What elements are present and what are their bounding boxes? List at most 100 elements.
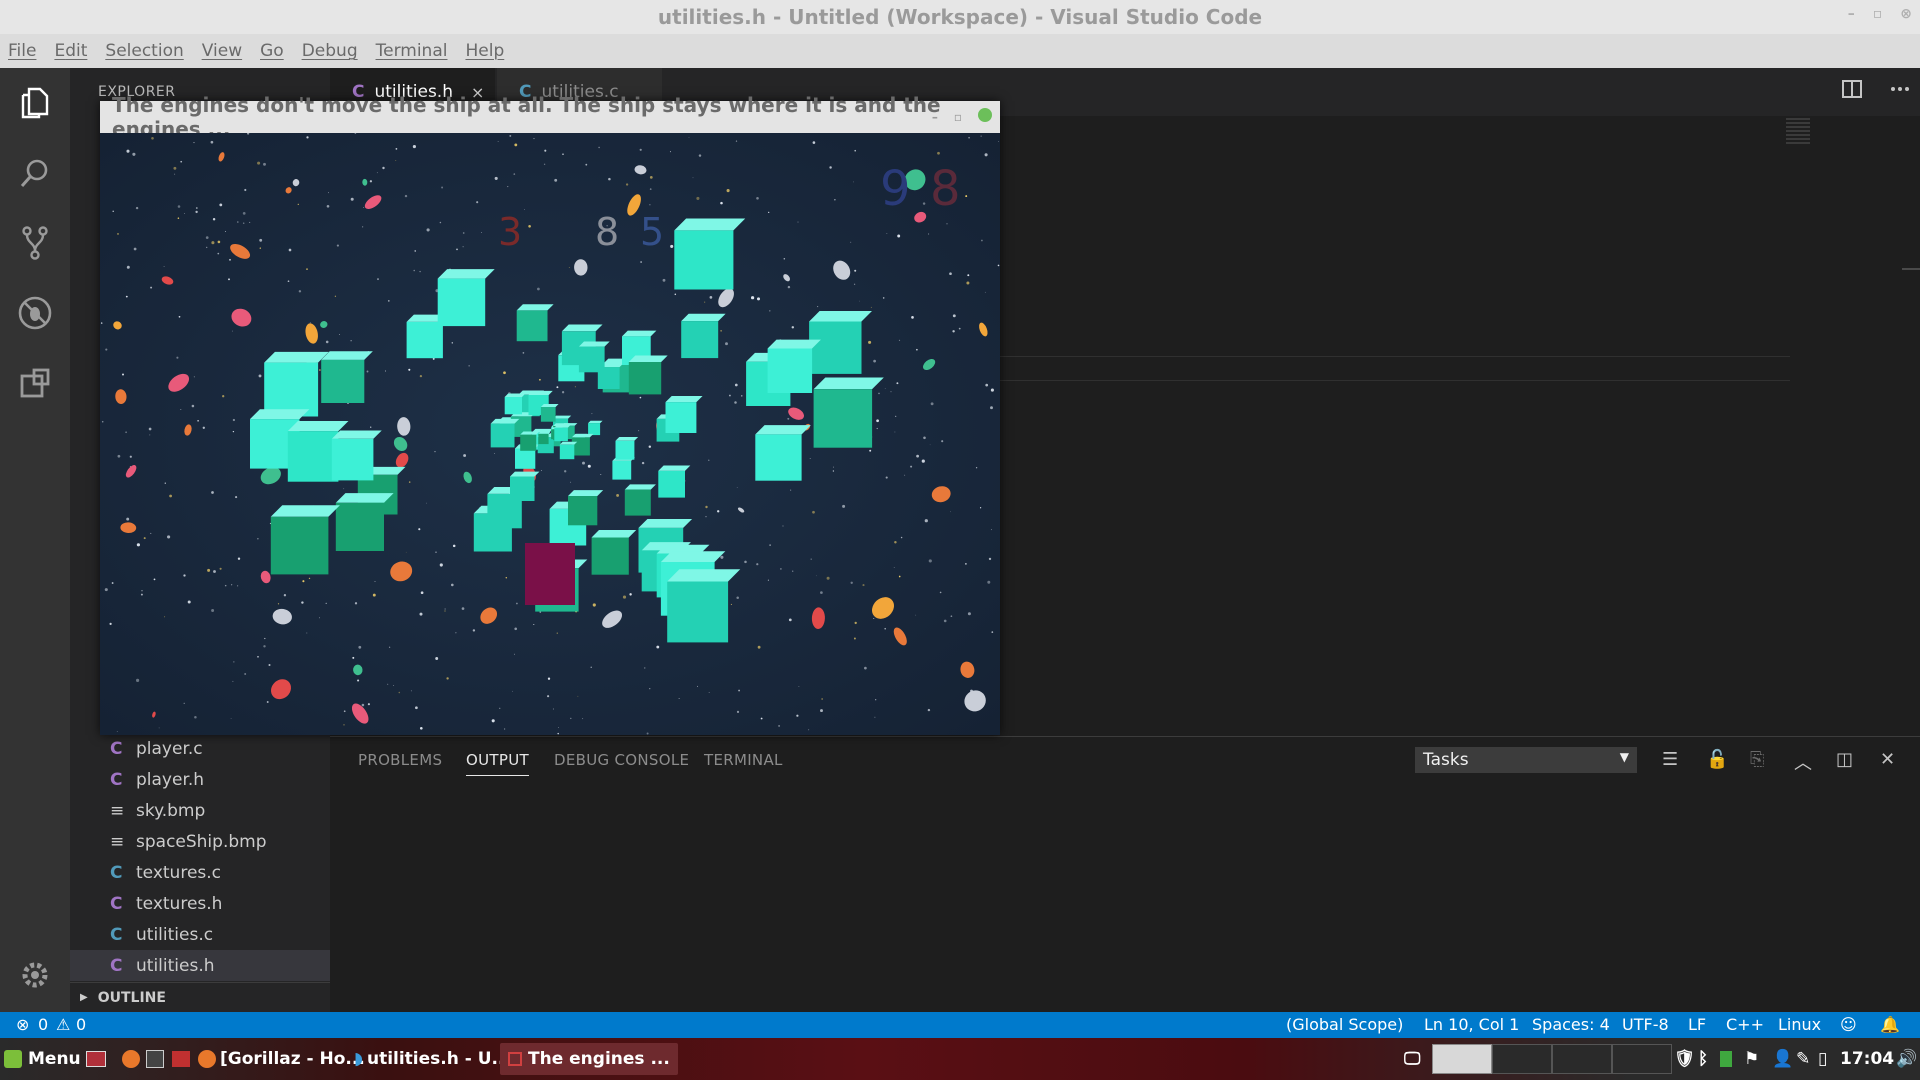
user-icon[interactable]: 👤 <box>1772 1043 1793 1075</box>
extensions-icon[interactable] <box>14 362 56 404</box>
game-close-button[interactable] <box>978 108 992 125</box>
star <box>219 203 223 207</box>
battery-icon[interactable]: ▯ <box>1818 1043 1827 1075</box>
status-os[interactable]: Linux <box>1778 1015 1821 1034</box>
debug-icon[interactable] <box>14 292 56 334</box>
flag-icon[interactable]: ⚑ <box>1744 1043 1759 1075</box>
warning-icon[interactable]: ⚠ <box>56 1015 70 1034</box>
minimap[interactable] <box>1786 118 1810 146</box>
star <box>361 703 365 707</box>
bell-icon[interactable]: 🔔 <box>1880 1015 1900 1034</box>
show-desktop-icon[interactable] <box>86 1043 106 1075</box>
status-encoding[interactable]: UTF-8 <box>1622 1015 1669 1034</box>
pen-icon[interactable]: ✎ <box>1796 1043 1810 1075</box>
start-menu-button[interactable]: Menu <box>4 1043 81 1075</box>
star <box>174 173 176 175</box>
menu-terminal[interactable]: Terminal <box>376 41 448 61</box>
maximize-panel-icon[interactable]: ︿ <box>1794 749 1812 775</box>
bluetooth-icon[interactable]: ᛒ <box>1698 1043 1708 1075</box>
menu-view[interactable]: View <box>202 41 242 61</box>
status-language[interactable]: C++ <box>1726 1015 1764 1034</box>
star <box>622 595 627 599</box>
close-panel-icon[interactable]: ✕ <box>1880 749 1895 770</box>
explorer-icon[interactable] <box>14 82 56 124</box>
search-icon[interactable] <box>14 152 56 194</box>
star <box>224 584 227 587</box>
warning-count[interactable]: 0 <box>76 1015 86 1034</box>
clear-output-icon[interactable]: ☰ <box>1662 749 1678 770</box>
menu-go[interactable]: Go <box>260 41 284 61</box>
star <box>990 529 992 531</box>
restore-button[interactable]: ▫ <box>1873 6 1883 22</box>
game-window-titlebar[interactable]: The engines don't move the ship at all. … <box>100 93 1000 141</box>
workspace-switcher[interactable] <box>1432 1043 1672 1075</box>
star <box>450 583 454 587</box>
scrollbar-marker[interactable] <box>1902 268 1920 270</box>
terminal-launcher-icon[interactable] <box>146 1043 164 1075</box>
star <box>413 269 415 272</box>
close-button[interactable]: ⊗ <box>1900 6 1912 22</box>
status-eol[interactable]: LF <box>1688 1015 1706 1034</box>
volume-icon[interactable]: 🔊 <box>1896 1043 1917 1075</box>
error-icon[interactable]: ⊗ <box>16 1015 29 1034</box>
taskbar-item-firefox[interactable]: [Gorillaz - Ho... <box>198 1043 365 1075</box>
feedback-smiley-icon[interactable]: ☺ <box>1840 1015 1857 1034</box>
star <box>217 252 220 255</box>
game-restore-button[interactable]: ▫ <box>954 110 962 124</box>
open-log-icon[interactable]: ⎘ <box>1750 749 1764 770</box>
menu-help[interactable]: Help <box>465 41 504 61</box>
file-item[interactable]: C player.c <box>70 733 330 764</box>
output-channel-select[interactable]: Tasks ▼ <box>1415 747 1637 773</box>
star <box>922 202 926 205</box>
lock-scroll-icon[interactable]: 🔓 <box>1706 749 1728 770</box>
files-launcher-icon[interactable] <box>172 1043 190 1075</box>
split-editor-icon[interactable] <box>1842 80 1862 102</box>
tab-problems[interactable]: PROBLEMS <box>358 751 442 769</box>
shield-icon[interactable]: 🛡 <box>1674 1043 1696 1075</box>
file-item[interactable]: ≡ spaceShip.bmp <box>70 826 330 857</box>
file-item[interactable]: ≡ sky.bmp <box>70 795 330 826</box>
star <box>943 619 947 623</box>
star <box>741 395 743 397</box>
minimize-button[interactable]: – <box>1848 6 1855 22</box>
status-position[interactable]: Ln 10, Col 1 <box>1424 1015 1519 1034</box>
menu-debug[interactable]: Debug <box>302 41 358 61</box>
clock[interactable]: 17:04 <box>1840 1043 1894 1075</box>
taskbar-item-vscode[interactable]: ◗ utilities.h - U... <box>354 1043 511 1075</box>
tab-output[interactable]: OUTPUT <box>466 751 529 776</box>
file-item[interactable]: C textures.h <box>70 888 330 919</box>
firefox-launcher-icon[interactable] <box>122 1043 140 1075</box>
file-name: spaceShip.bmp <box>136 831 267 852</box>
file-item[interactable]: C utilities.c <box>70 919 330 950</box>
source-control-icon[interactable] <box>14 222 56 264</box>
menu-edit[interactable]: Edit <box>54 41 87 61</box>
gear-icon[interactable] <box>14 954 56 996</box>
display-icon[interactable]: 🖵 <box>1404 1043 1420 1075</box>
star <box>533 623 535 626</box>
file-item[interactable]: C player.h <box>70 764 330 795</box>
star <box>705 505 708 509</box>
star <box>126 517 130 521</box>
star <box>195 210 198 214</box>
game-window[interactable]: The engines don't move the ship at all. … <box>100 93 1000 735</box>
star <box>358 645 362 649</box>
star <box>820 591 823 594</box>
taskbar-item-game[interactable]: The engines ... <box>500 1043 678 1075</box>
star <box>176 356 179 359</box>
network-icon[interactable] <box>1720 1043 1732 1075</box>
panel-position-icon[interactable]: ◫ <box>1836 749 1853 770</box>
star <box>350 340 352 342</box>
game-minimize-button[interactable]: – <box>932 110 938 124</box>
error-count[interactable]: 0 <box>38 1015 48 1034</box>
status-spaces[interactable]: Spaces: 4 <box>1532 1015 1610 1034</box>
tab-debug-console[interactable]: DEBUG CONSOLE <box>554 751 689 769</box>
menu-selection[interactable]: Selection <box>105 41 183 61</box>
menu-file[interactable]: File <box>8 41 36 61</box>
more-actions-icon[interactable] <box>1890 80 1910 102</box>
status-scope[interactable]: (Global Scope) <box>1286 1015 1403 1034</box>
game-canvas[interactable]: 3 8 5 9 8 <box>100 133 1000 735</box>
outline-section[interactable]: ▶ OUTLINE <box>70 982 330 1012</box>
file-item[interactable]: C textures.c <box>70 857 330 888</box>
file-item-selected[interactable]: C utilities.h <box>70 950 330 981</box>
tab-terminal[interactable]: TERMINAL <box>704 751 783 769</box>
